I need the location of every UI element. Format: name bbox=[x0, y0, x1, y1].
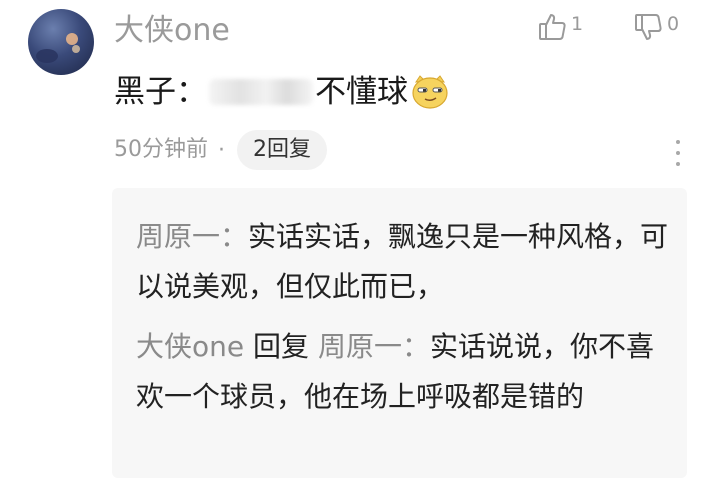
reply-item[interactable]: 大侠one 回复 周原一：实话说说，你不喜欢一个球员，他在场上呼吸都是错的 bbox=[136, 322, 671, 422]
thumbs-up-icon bbox=[539, 14, 566, 40]
more-options-icon[interactable] bbox=[670, 140, 686, 166]
meta-separator: · bbox=[218, 137, 225, 163]
dislike-count: 0 bbox=[667, 13, 680, 35]
comment-timestamp: 50分钟前 bbox=[114, 137, 208, 162]
more-dot bbox=[676, 140, 680, 144]
comment-meta: 50分钟前 · 2回复 bbox=[114, 130, 327, 170]
thumbs-down-icon bbox=[635, 14, 662, 40]
dislike-button[interactable]: 0 bbox=[633, 12, 679, 42]
avatar[interactable] bbox=[28, 9, 94, 75]
reply-author[interactable]: 大侠one bbox=[136, 330, 244, 363]
comment-body: 黑子： 不懂球 bbox=[114, 68, 450, 116]
reply-author[interactable]: 周原一 bbox=[136, 220, 220, 253]
avatar-light-small bbox=[72, 45, 80, 53]
reply-separator: ： bbox=[401, 330, 430, 363]
avatar-light bbox=[66, 33, 78, 45]
reply-word: 回复 bbox=[253, 330, 310, 363]
comment-username[interactable]: 大侠one bbox=[114, 10, 230, 52]
comment-prefix: 黑子： bbox=[114, 74, 207, 110]
avatar-shadow bbox=[36, 49, 58, 63]
reply-item[interactable]: 周原一：实话实话，飘逸只是一种风格，可以说美观，但仅此而已， bbox=[136, 212, 671, 312]
more-dot bbox=[676, 162, 680, 166]
smirk-face-emoji-icon bbox=[412, 75, 448, 109]
replies-preview[interactable]: 周原一：实话实话，飘逸只是一种风格，可以说美观，但仅此而已， 大侠one 回复 … bbox=[112, 188, 687, 478]
reply-separator: ： bbox=[220, 220, 249, 253]
reply-count-button[interactable]: 2回复 bbox=[237, 130, 327, 170]
reply-target[interactable]: 周原一 bbox=[318, 330, 402, 363]
more-dot bbox=[676, 151, 680, 155]
like-count: 1 bbox=[571, 13, 584, 35]
blurred-name-redaction bbox=[209, 79, 313, 105]
comment-suffix: 不懂球 bbox=[315, 74, 408, 110]
like-button[interactable]: 1 bbox=[537, 12, 583, 42]
